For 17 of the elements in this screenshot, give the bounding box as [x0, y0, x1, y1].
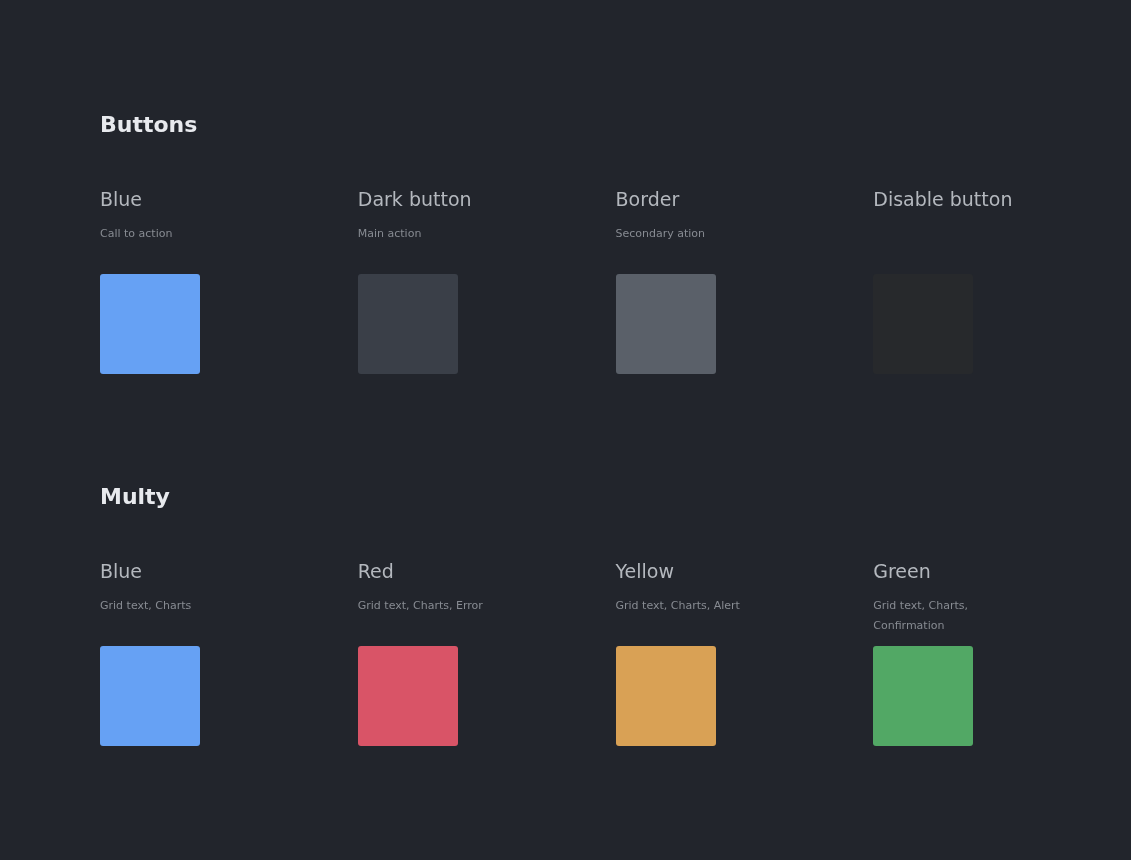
swatch-description: Secondary ation	[615, 226, 707, 242]
swatch-title: Green	[873, 559, 931, 584]
section-heading: Buttons	[100, 111, 198, 139]
swatch-title: Red	[357, 559, 394, 584]
section-heading: Multy	[100, 483, 170, 511]
swatch-title: Yellow	[615, 559, 674, 584]
swatch-description: Grid text, Charts	[100, 598, 193, 614]
swatch-title: Disable button	[873, 187, 1013, 212]
swatch-description: Main action	[357, 226, 423, 242]
swatch-description: Grid text, Charts, Alert	[615, 598, 741, 614]
swatch-description: Grid text, Charts, Error	[357, 598, 484, 614]
swatch-title: Dark button	[357, 187, 472, 212]
swatch-title: Blue	[100, 187, 143, 212]
swatch-title: Border	[615, 187, 680, 212]
swatch-description: Call to action	[100, 226, 174, 242]
swatch-description: Grid text, Charts, Confirmation	[873, 598, 969, 634]
swatch-title: Blue	[100, 559, 143, 584]
